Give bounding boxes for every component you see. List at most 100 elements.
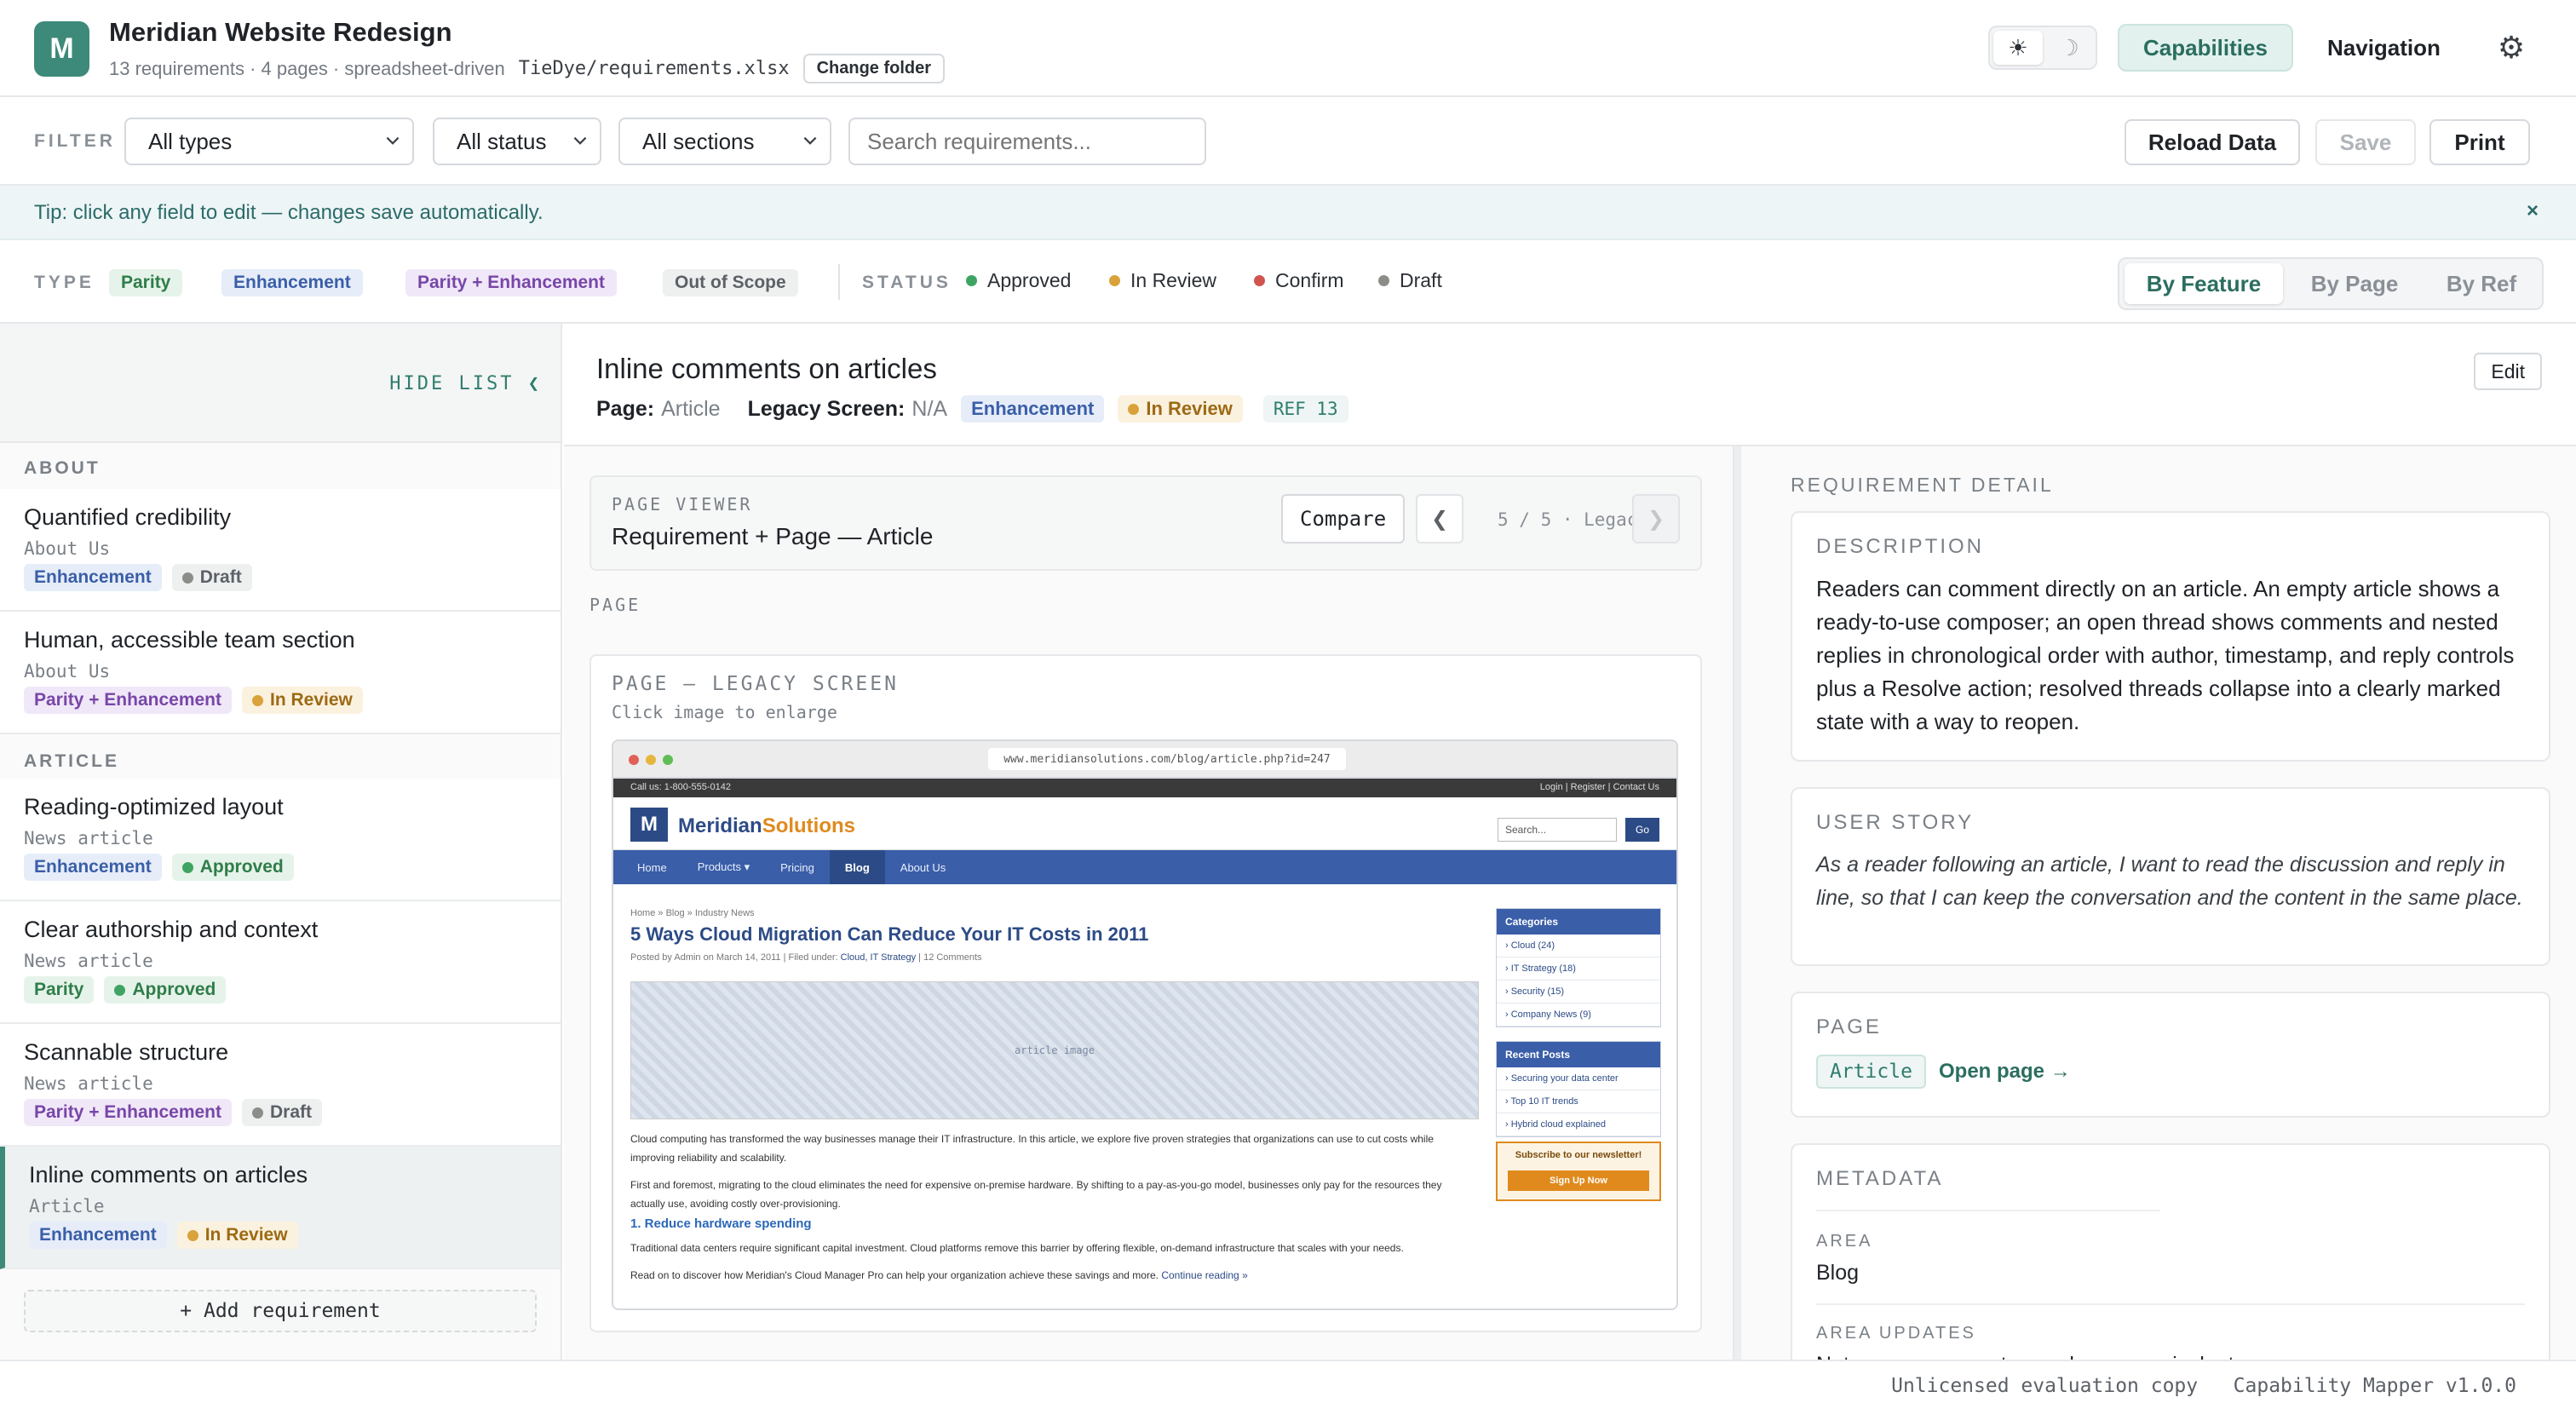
page-key: Page: [596,396,655,421]
tab-capabilities[interactable]: Capabilities [2118,24,2293,72]
group-label-article: ARTICLE [24,751,119,771]
open-page-link[interactable]: Open page → [1939,1060,2071,1084]
page-viewer-toolbar: PAGE VIEWER Requirement + Page — Article… [589,475,1702,571]
type-chip-enhancement[interactable]: Enhancement [221,269,363,296]
browser-chrome: www.meridiansolutions.com/blog/article.p… [613,741,1676,779]
requirement-item-selected[interactable]: Inline comments on articles Article Enha… [0,1147,561,1269]
window-min-dot [646,755,656,765]
area-updates-value[interactable]: Net-new component — no legacy equivalent… [1816,1353,2240,1360]
view-by-ref[interactable]: By Ref [2423,263,2540,304]
tab-navigation[interactable]: Navigation [2303,24,2464,72]
status-select[interactable]: All status [433,118,601,165]
gear-icon[interactable]: ⚙ [2494,30,2528,65]
requirement-title: Human, accessible team section [24,627,355,653]
legacy-screen-label: PAGE — LEGACY SCREEN [612,673,899,695]
user-story-text[interactable]: As a reader following an article, I want… [1816,848,2525,915]
site-nav-item: Products ▾ [697,860,750,873]
site-article-image: article image [630,981,1479,1119]
save-button[interactable]: Save [2315,119,2416,165]
area-value[interactable]: Blog [1816,1261,1859,1285]
status-legend-draft[interactable]: Draft [1378,269,1442,292]
page-card: PAGE Article Open page → [1791,992,2550,1118]
sections-select[interactable]: All sections [618,118,831,165]
description-card[interactable]: DESCRIPTION Readers can comment directly… [1791,511,2550,762]
requirement-meta: Page: Article Legacy Screen: N/A Enhance… [596,395,1348,423]
requirement-detail-label: REQUIREMENT DETAIL [1791,474,2054,496]
requirement-page: News article [24,828,153,848]
compare-button[interactable]: Compare [1281,494,1406,543]
chevron-left-icon[interactable]: ❮ [1416,494,1463,543]
status-legend-confirm[interactable]: Confirm [1254,269,1344,292]
status-dot [966,275,977,286]
sun-icon[interactable]: ☀ [1993,31,2043,65]
site-breadcrumb: Home » Blog » Industry News [630,908,755,918]
theme-toggle[interactable]: ☀ ☽ [1988,26,2097,70]
browser-url: www.meridiansolutions.com/blog/article.p… [988,748,1346,770]
type-tag: Parity [24,976,95,1004]
user-story-card[interactable]: USER STORY As a reader following an arti… [1791,787,2550,966]
view-switcher: By Feature By Page By Ref [2118,257,2544,310]
close-icon[interactable]: × [2527,199,2539,223]
requirement-title: Scannable structure [24,1039,229,1065]
site-nav-item: Pricing [780,860,814,874]
requirement-item[interactable]: Clear authorship and context News articl… [0,901,561,1024]
description-label: DESCRIPTION [1816,535,1985,558]
moon-icon[interactable]: ☽ [2044,31,2094,65]
metadata-card: METADATA AREA Blog AREA UPDATES Net-new … [1791,1143,2550,1360]
type-tag: Enhancement [24,564,162,591]
print-button[interactable]: Print [2429,119,2530,165]
legacy-screen-value: N/A [911,396,948,421]
type-chip-out-of-scope[interactable]: Out of Scope [663,269,798,296]
type-chip-parity-enhancement[interactable]: Parity + Enhancement [405,269,617,296]
legend-divider [838,264,840,300]
view-by-page[interactable]: By Page [2286,263,2423,304]
page-value: Article [661,396,721,421]
status-select-value: All status [457,128,547,154]
type-select[interactable]: All types [124,118,414,165]
hide-list-button[interactable]: HIDE LIST ❮ [389,373,542,394]
metadata-label: METADATA [1816,1167,1944,1190]
change-folder-button[interactable]: Change folder [802,54,946,83]
site-paragraph: First and foremost, migrating to the clo… [630,1179,1442,1210]
requirement-item[interactable]: Quantified credibility About Us Enhancem… [0,489,561,612]
status-legend-label: STATUS [862,273,952,292]
tip-banner: Tip: click any field to edit — changes s… [0,186,2576,240]
edit-button[interactable]: Edit [2474,353,2542,390]
search-input[interactable] [848,118,1206,165]
legacy-screenshot[interactable]: www.meridiansolutions.com/blog/article.p… [612,739,1678,1310]
status-legend-approved[interactable]: Approved [966,269,1071,292]
chevron-right-icon[interactable]: ❯ [1632,494,1680,543]
description-text[interactable]: Readers can comment directly on an artic… [1816,572,2525,739]
site-paragraph: Traditional data centers require signifi… [630,1242,1404,1254]
requirement-item[interactable]: Human, accessible team section About Us … [0,612,561,734]
add-requirement-button[interactable]: + Add requirement [24,1290,537,1332]
type-chip-parity[interactable]: Parity [109,269,183,296]
sections-select-value: All sections [642,128,755,154]
requirement-page: Article [29,1196,105,1216]
site-nav-item: Blog [829,850,885,884]
view-by-feature[interactable]: By Feature [2125,263,2283,304]
project-title: Meridian Website Redesign [109,17,452,47]
site-search-go: Go [1625,818,1659,842]
status-tag: Approved [171,854,294,881]
site-search: Search... [1498,818,1617,842]
site-nav: Home Products ▾ Pricing Blog About Us [613,850,1676,884]
window-max-dot [663,755,673,765]
status-tag: Approved [104,976,227,1004]
type-tag: Parity + Enhancement [24,687,232,714]
site-article-headline: 5 Ways Cloud Migration Can Reduce Your I… [630,923,1149,945]
site-brand: MeridianSolutions [678,814,856,837]
site-paragraph: Cloud computing has transformed the way … [630,1133,1434,1164]
ref-badge: REF 13 [1262,395,1348,423]
status-legend-in-review[interactable]: In Review [1109,269,1216,292]
reload-data-button[interactable]: Reload Data [2125,119,2300,165]
requirement-item[interactable]: Reading-optimized layout News article En… [0,779,561,901]
area-key: AREA [1816,1232,1873,1251]
site-paragraph: Read on to discover how Meridian's Cloud… [630,1269,1248,1281]
status-bar-text: Unlicensed evaluation copy Capability Ma… [1891,1375,2516,1397]
site-phone: Call us: 1-800-555-0142 [630,782,732,792]
sidebar-header: HIDE LIST ❮ [0,324,561,443]
requirement-item[interactable]: Scannable structure News article Parity … [0,1024,561,1147]
page-chip[interactable]: Article [1816,1055,1926,1089]
site-newsletter: Subscribe to our newsletter! Sign Up Now [1496,1142,1661,1201]
